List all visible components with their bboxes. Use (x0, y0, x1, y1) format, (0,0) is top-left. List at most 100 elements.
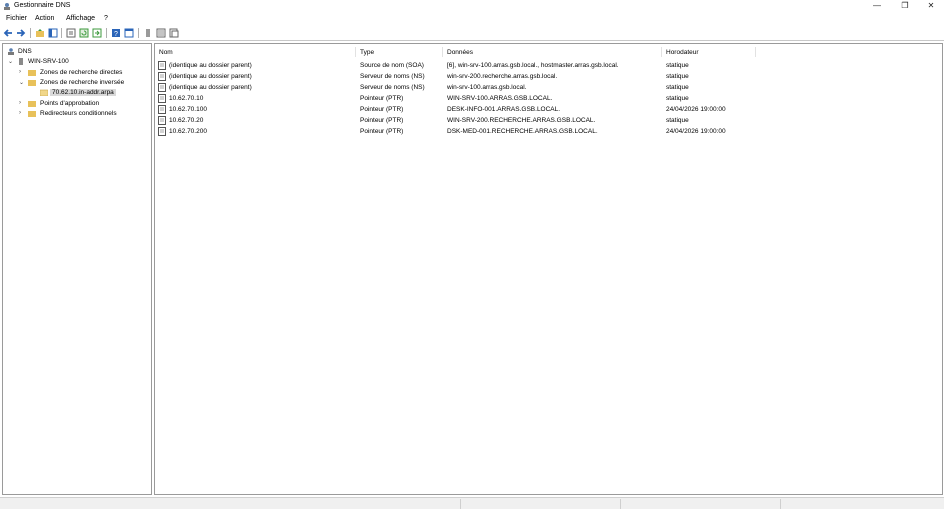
record-data: DESK-INFO-001.ARRAS.GSB.LOCAL. (447, 106, 561, 113)
table-row[interactable]: (identique au dossier parent) Serveur de… (155, 72, 942, 82)
dns-record-icon (158, 61, 166, 70)
tree-item-reverse-zones[interactable]: ⌄ Zones de recherche inversée (5, 78, 145, 88)
record-data: win-srv-200.recherche.arras.gsb.local. (447, 73, 558, 80)
status-section (620, 499, 780, 509)
tree-label: Zones de recherche directes (40, 69, 123, 76)
record-name: (identique au dossier parent) (169, 73, 252, 80)
expand-icon[interactable]: › (19, 100, 25, 106)
menu-affichage[interactable]: Affichage (66, 15, 95, 22)
record-name: 10.62.70.10 (169, 95, 204, 102)
svg-text:?: ? (114, 31, 118, 38)
menu-fichier[interactable]: Fichier (6, 15, 27, 22)
column-divider[interactable] (442, 47, 443, 57)
table-row[interactable]: (identique au dossier parent) Serveur de… (155, 83, 942, 93)
console-tree-icon[interactable] (124, 28, 134, 38)
table-row[interactable]: (identique au dossier parent) Source de … (155, 61, 942, 71)
folder-icon (28, 111, 36, 117)
record-data: WIN-SRV-100.ARRAS.GSB.LOCAL. (447, 95, 553, 102)
record-data: [6], win-srv-100.arras.gsb.local., hostm… (447, 62, 619, 69)
record-timestamp: statique (666, 95, 689, 102)
show-hide-tree-icon[interactable] (48, 28, 58, 38)
record-timestamp: statique (666, 62, 689, 69)
dns-record-icon (158, 94, 166, 103)
tree-item-server[interactable]: ⌄ WIN-SRV-100 (5, 57, 145, 67)
forward-icon[interactable] (16, 28, 26, 38)
folder-icon (28, 70, 36, 76)
tree-item-reverse-zone-70-62-10[interactable]: 70.62.10.in-addr.arpa (5, 88, 145, 98)
record-list-icon[interactable] (156, 28, 166, 38)
record-name: (identique au dossier parent) (169, 62, 252, 69)
column-divider[interactable] (755, 47, 756, 57)
record-name: (identique au dossier parent) (169, 84, 252, 91)
tree-label: WIN-SRV-100 (28, 58, 69, 65)
record-type: Pointeur (PTR) (360, 95, 404, 102)
tree-item-forward-zones[interactable]: › Zones de recherche directes (5, 68, 145, 78)
dns-record-icon (158, 116, 166, 125)
status-section (460, 499, 620, 509)
expand-icon[interactable]: › (19, 110, 25, 116)
column-header-nom[interactable]: Nom (159, 49, 173, 56)
dns-manager-icon (4, 3, 10, 10)
dns-icon (8, 48, 14, 55)
help-icon[interactable]: ? (111, 28, 121, 38)
server-icon (19, 58, 23, 65)
menu-action[interactable]: Action (35, 15, 54, 22)
tree-item-conditional-forwarders[interactable]: › Redirecteurs conditionnels (5, 109, 145, 119)
tree-label: DNS (18, 48, 32, 55)
toolbar-separator (61, 28, 62, 38)
table-row[interactable]: 10.62.70.20 Pointeur (PTR) WIN-SRV-200.R… (155, 116, 942, 126)
record-timestamp: 24/04/2026 19:00:00 (666, 128, 726, 135)
toolbar-separator (30, 28, 31, 38)
minimize-button[interactable]: — (866, 0, 888, 12)
column-header-horodateur[interactable]: Horodateur (666, 49, 699, 56)
tree-item-trust-points[interactable]: › Points d'approbation (5, 99, 145, 109)
record-timestamp: statique (666, 84, 689, 91)
menu-help[interactable]: ? (104, 15, 108, 22)
list-header: Nom Type Données Horodateur (155, 47, 942, 57)
collapse-icon[interactable]: ⌄ (19, 79, 25, 86)
tree-label: Points d'approbation (40, 100, 100, 107)
dns-record-icon (158, 83, 166, 92)
record-data: WIN-SRV-200.RECHERCHE.ARRAS.GSB.LOCAL. (447, 117, 596, 124)
back-icon[interactable] (3, 28, 13, 38)
server-icon[interactable] (143, 28, 153, 38)
record-properties-icon[interactable] (169, 28, 179, 38)
table-row[interactable]: 10.62.70.100 Pointeur (PTR) DESK-INFO-00… (155, 105, 942, 115)
tree-label: 70.62.10.in-addr.arpa (50, 89, 116, 96)
column-header-type[interactable]: Type (360, 49, 374, 56)
folder-up-icon[interactable] (35, 28, 45, 38)
table-row[interactable]: 10.62.70.10 Pointeur (PTR) WIN-SRV-100.A… (155, 94, 942, 104)
toolbar-separator (106, 28, 107, 38)
table-row[interactable]: 10.62.70.200 Pointeur (PTR) DSK-MED-001.… (155, 127, 942, 137)
restore-button[interactable]: ❐ (894, 0, 916, 12)
record-timestamp: statique (666, 73, 689, 80)
tree-label: Zones de recherche inversée (40, 79, 125, 86)
record-timestamp: statique (666, 117, 689, 124)
toolbar-separator (138, 28, 139, 38)
expand-icon[interactable]: › (19, 69, 25, 75)
tree-item-dns[interactable]: DNS (5, 47, 145, 57)
title-bar: Gestionnaire DNS — ❐ ✕ (0, 0, 944, 13)
record-data: win-srv-100.arras.gsb.local. (447, 84, 527, 91)
properties-icon[interactable] (66, 28, 76, 38)
zone-folder-icon (40, 89, 48, 96)
record-data: DSK-MED-001.RECHERCHE.ARRAS.GSB.LOCAL. (447, 128, 598, 135)
record-type: Pointeur (PTR) (360, 128, 404, 135)
records-list: Nom Type Données Horodateur (identique a… (154, 43, 943, 495)
column-header-donnees[interactable]: Données (447, 49, 473, 56)
console-tree: DNS ⌄ WIN-SRV-100 › Zones de recherche d… (2, 43, 152, 495)
tree-label: Redirecteurs conditionnels (40, 110, 117, 117)
column-divider[interactable] (355, 47, 356, 57)
refresh-icon[interactable] (79, 28, 89, 38)
column-divider[interactable] (661, 47, 662, 57)
status-bar (0, 497, 944, 509)
status-section (780, 499, 880, 509)
close-button[interactable]: ✕ (920, 0, 942, 12)
collapse-icon[interactable]: ⌄ (8, 58, 14, 65)
record-name: 10.62.70.200 (169, 128, 207, 135)
export-list-icon[interactable] (92, 28, 102, 38)
record-type: Serveur de noms (NS) (360, 84, 425, 91)
record-name: 10.62.70.100 (169, 106, 207, 113)
toolbar: ? (0, 25, 944, 41)
folder-open-icon (28, 80, 36, 86)
